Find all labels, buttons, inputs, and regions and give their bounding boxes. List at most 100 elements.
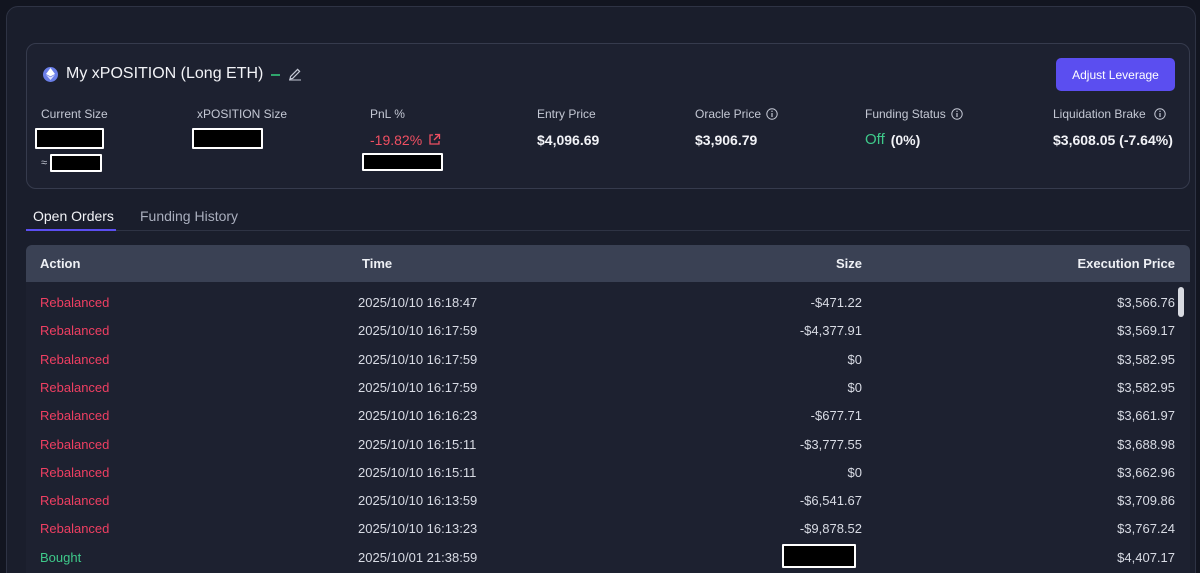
column-header-action[interactable]: Action (40, 256, 80, 271)
edit-pencil-icon[interactable] (288, 67, 302, 81)
adjust-leverage-button[interactable]: Adjust Leverage (1056, 58, 1175, 91)
position-title: My xPOSITION (Long ETH) (66, 65, 264, 82)
column-header-execution-price[interactable]: Execution Price (1077, 256, 1175, 271)
action-cell: Rebalanced (40, 323, 110, 339)
execution-price-cell: $3,688.98 (1117, 436, 1175, 452)
execution-price-cell: $3,582.95 (1117, 379, 1175, 395)
table-row[interactable]: Rebalanced 2025/10/10 16:17:59 -$4,377.91 $… (26, 317, 1190, 345)
action-cell: Bought (40, 549, 82, 565)
funding-status-label: Funding Status (865, 106, 946, 121)
time-cell: 2025/10/10 16:17:59 (358, 323, 478, 339)
size-cell-redacted (782, 543, 856, 568)
table-row[interactable]: Rebalanced 2025/10/10 16:17:59 $0 $3,582.95 (26, 374, 1190, 402)
execution-price-cell: $4,407.17 (1117, 549, 1175, 565)
liquidation-brake-value: $3,608.05 (-7.64%) (1053, 131, 1173, 148)
execution-price-cell: $3,566.76 (1117, 295, 1175, 310)
execution-price-cell: $3,582.95 (1117, 351, 1175, 367)
size-cell: $0 (847, 351, 862, 367)
orders-table: Action Time Size Execution Price Rebalan… (26, 245, 1190, 573)
column-header-size[interactable]: Size (836, 256, 862, 271)
oracle-price-value: $3,906.79 (695, 131, 758, 148)
xposition-size-stat: xPOSITION Size (192, 106, 288, 149)
funding-status-value: Off (0%) (865, 131, 963, 148)
approx-symbol: ≈ (41, 157, 48, 169)
execution-price-cell: $3,709.86 (1117, 493, 1175, 509)
current-size-redacted (35, 128, 104, 149)
table-row[interactable]: Rebalanced 2025/10/10 16:17:59 $0 $3,582.95 (26, 346, 1190, 374)
table-row[interactable]: Bought 2025/10/01 21:38:59 $4,407.17 (26, 543, 1190, 572)
funding-status-state: Off (865, 131, 885, 148)
size-cell: -$6,541.67 (799, 493, 862, 509)
action-cell: Rebalanced (40, 408, 110, 424)
execution-price-cell: $3,661.97 (1117, 408, 1175, 424)
pnl-usd-redacted (362, 153, 443, 171)
table-row[interactable]: Rebalanced 2025/10/10 16:15:11 -$3,777.55 $… (26, 431, 1190, 459)
eth-icon (43, 66, 58, 82)
table-row[interactable]: Rebalanced 2025/10/10 16:16:23 -$677.71 $3,… (26, 402, 1190, 430)
execution-price-cell: $3,569.17 (1117, 323, 1175, 339)
tab-bar: Open Orders Funding History (26, 203, 1190, 231)
xposition-size-redacted (192, 128, 263, 149)
info-icon[interactable] (1154, 107, 1166, 120)
size-cell: -$3,777.55 (799, 436, 862, 452)
time-cell: 2025/10/10 16:15:11 (358, 464, 477, 480)
size-cell: -$4,377.91 (799, 323, 862, 339)
tab-funding-history[interactable]: Funding History (140, 208, 238, 224)
time-cell: 2025/10/10 16:16:23 (358, 408, 478, 424)
pnl-stat: PnL % -19.82% (362, 106, 443, 171)
execution-price-cell: $3,767.24 (1117, 521, 1175, 537)
oracle-price-stat: Oracle Price $3,906.79 (695, 106, 778, 148)
action-cell: Rebalanced (40, 493, 110, 509)
active-tab-indicator (26, 229, 116, 231)
action-cell: Rebalanced (40, 521, 110, 537)
time-cell: 2025/10/10 16:13:23 (358, 521, 478, 537)
liquidation-brake-stat: Liquidation Brake $3,608.05 (-7.64%) (1053, 106, 1173, 148)
status-dash (271, 74, 281, 76)
table-row[interactable]: Rebalanced 2025/10/10 16:18:47 -$471.22 $3,… (26, 289, 1190, 317)
size-cell: -$677.71 (810, 408, 862, 424)
action-cell: Rebalanced (40, 351, 110, 367)
position-title-row: My xPOSITION (Long ETH) (43, 64, 302, 84)
liquidation-brake-label: Liquidation Brake (1053, 106, 1146, 121)
size-cell: $0 (847, 464, 862, 480)
action-cell: Rebalanced (40, 379, 110, 395)
column-header-time[interactable]: Time (362, 256, 392, 271)
scrollbar-thumb[interactable] (1178, 287, 1184, 317)
execution-price-cell: $3,662.96 (1117, 464, 1175, 480)
xposition-size-label: xPOSITION Size (197, 106, 288, 121)
table-row[interactable]: Rebalanced 2025/10/10 16:15:11 $0 $3,662.96 (26, 459, 1190, 487)
position-card: My xPOSITION (Long ETH) Adjust Leverage … (26, 43, 1190, 189)
action-cell: Rebalanced (40, 295, 110, 310)
pnl-label: PnL % (370, 106, 405, 121)
funding-status-stat: Funding Status Off (0%) (865, 106, 963, 148)
pnl-value: -19.82% (370, 131, 423, 148)
entry-price-label: Entry Price (537, 106, 596, 121)
entry-price-stat: Entry Price $4,096.69 (537, 106, 599, 148)
current-size-usd-redacted (50, 154, 103, 172)
oracle-price-label: Oracle Price (695, 106, 762, 121)
time-cell: 2025/10/10 16:18:47 (358, 295, 478, 310)
external-link-icon[interactable] (428, 133, 441, 146)
size-cell: -$9,878.52 (799, 521, 862, 537)
app-panel: My xPOSITION (Long ETH) Adjust Leverage … (6, 6, 1196, 573)
info-icon[interactable] (951, 107, 963, 120)
action-cell: Rebalanced (40, 436, 110, 452)
time-cell: 2025/10/10 16:17:59 (358, 351, 478, 367)
funding-status-rate: (0%) (890, 131, 921, 148)
info-icon[interactable] (766, 107, 778, 120)
current-size-label: Current Size (41, 106, 108, 121)
table-row[interactable]: Rebalanced 2025/10/10 16:13:23 -$9,878.52 $… (26, 515, 1190, 543)
table-row[interactable]: Rebalanced 2025/10/10 16:13:59 -$6,541.67 $… (26, 487, 1190, 515)
tab-open-orders[interactable]: Open Orders (33, 208, 114, 224)
size-cell: -$471.22 (810, 295, 862, 310)
time-cell: 2025/10/01 21:38:59 (358, 549, 478, 565)
time-cell: 2025/10/10 16:15:11 (358, 436, 477, 452)
table-header: Action Time Size Execution Price (26, 245, 1190, 282)
action-cell: Rebalanced (40, 464, 110, 480)
current-size-stat: Current Size ≈ (35, 106, 108, 172)
time-cell: 2025/10/10 16:13:59 (358, 493, 478, 509)
time-cell: 2025/10/10 16:17:59 (358, 379, 478, 395)
entry-price-value: $4,096.69 (537, 131, 600, 148)
size-cell: $0 (847, 379, 862, 395)
pnl-value-row: -19.82% (370, 131, 443, 148)
